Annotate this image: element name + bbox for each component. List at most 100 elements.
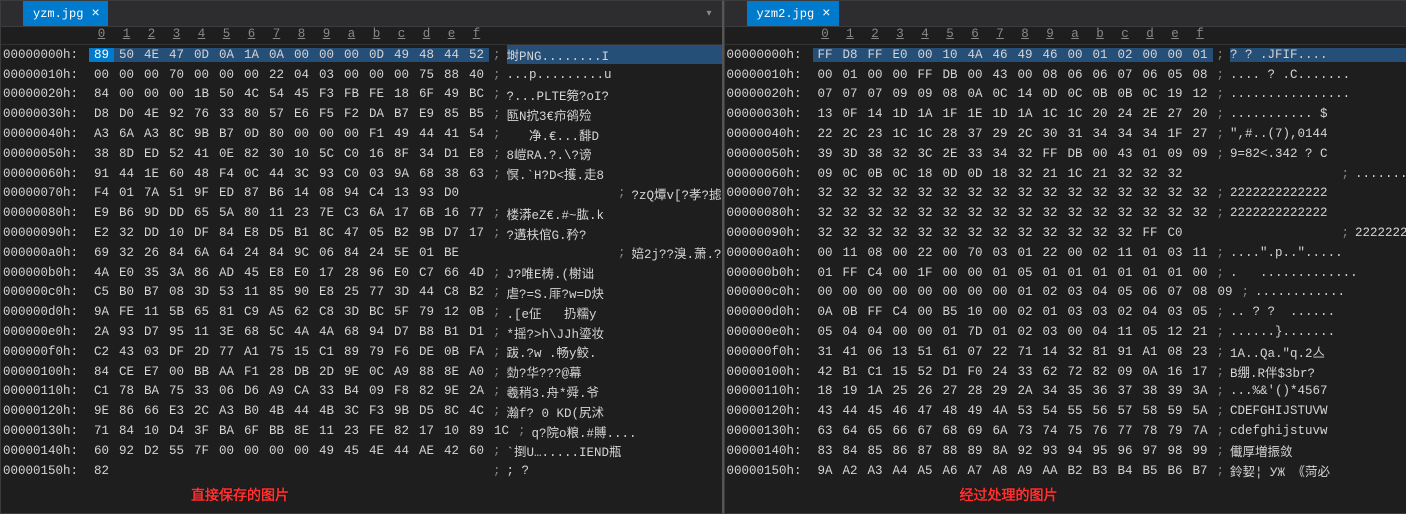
hex-byte[interactable]: 84 (264, 246, 289, 260)
hex-byte[interactable]: D4 (164, 424, 189, 438)
hex-bytes[interactable]: 32323232323232323232323232323232 (813, 206, 1213, 220)
hex-row[interactable]: 00000120h:434445464748494A53545556575859… (725, 401, 1406, 421)
hex-byte[interactable]: 9A (813, 464, 838, 478)
hex-byte[interactable]: 87 (913, 444, 938, 458)
hex-byte[interactable]: D1 (464, 325, 489, 339)
hex-byte[interactable]: 2A (464, 384, 489, 398)
tab-yzm2-jpg[interactable]: yzm2.jpg × (747, 1, 839, 26)
hex-bytes[interactable]: 89504E470D0A1A0A0000000D49484452 (89, 48, 489, 62)
hex-byte[interactable]: 7D (963, 325, 988, 339)
hex-byte[interactable]: 41 (439, 127, 464, 141)
hex-byte[interactable]: 32 (963, 206, 988, 220)
hex-byte[interactable]: 62 (1038, 365, 1063, 379)
hex-byte[interactable]: 00 (289, 444, 314, 458)
ascii-view[interactable]: 鈴㛃¦ УЖ ｟菏必 (1230, 461, 1406, 480)
hex-byte[interactable]: 78 (1138, 424, 1163, 438)
hex-byte[interactable]: 05 (813, 325, 838, 339)
hex-byte[interactable]: C8 (439, 285, 464, 299)
hex-byte[interactable]: 12 (439, 305, 464, 319)
hex-row[interactable]: 00000090h:E232DD10DF84E8D5B18C4705B29BD7… (1, 223, 722, 243)
hex-byte[interactable]: 22 (913, 246, 938, 260)
hex-bytes[interactable]: C178BA753306D6A9CA33B409F8829E2A (89, 384, 489, 398)
hex-byte[interactable]: 0E (214, 147, 239, 161)
hex-byte[interactable]: 10 (139, 424, 164, 438)
hex-bytes[interactable]: 31410613516107227114328191A10823 (813, 345, 1213, 359)
hex-byte[interactable]: 32 (913, 186, 938, 200)
hex-byte[interactable]: 32 (1013, 186, 1038, 200)
hex-byte[interactable]: 4B (314, 404, 339, 418)
hex-byte[interactable]: DF (189, 226, 214, 240)
hex-byte[interactable]: 6F (414, 87, 439, 101)
hex-byte[interactable]: 81 (1088, 345, 1113, 359)
hex-byte[interactable]: 0B (863, 167, 888, 181)
hex-byte[interactable]: 52 (164, 147, 189, 161)
hex-byte[interactable]: D8 (838, 48, 863, 62)
hex-byte[interactable]: 9E (439, 384, 464, 398)
hex-byte[interactable]: 38 (1138, 384, 1163, 398)
hex-byte[interactable]: 2A (89, 325, 114, 339)
hex-bytes[interactable]: 32323232323232323232323232323232 (813, 186, 1213, 200)
hex-byte[interactable]: 32 (1113, 226, 1138, 240)
hex-byte[interactable] (214, 464, 239, 478)
hex-byte[interactable]: A5 (913, 464, 938, 478)
hex-byte[interactable]: 01 (114, 186, 139, 200)
ascii-view[interactable]: .... ? .C....... (1230, 68, 1406, 82)
hex-byte[interactable]: 08 (863, 246, 888, 260)
hex-byte[interactable]: 99 (1188, 444, 1213, 458)
hex-byte[interactable]: 01 (1138, 266, 1163, 280)
hex-byte[interactable]: 62 (289, 305, 314, 319)
hex-byte[interactable] (564, 186, 589, 200)
hex-byte[interactable]: 49 (314, 444, 339, 458)
hex-byte[interactable]: 18 (813, 384, 838, 398)
hex-byte[interactable]: 86 (189, 266, 214, 280)
hex-byte[interactable]: 52 (913, 365, 938, 379)
hex-byte[interactable]: 32 (838, 186, 863, 200)
hex-byte[interactable] (589, 186, 614, 200)
hex-byte[interactable]: 0C (364, 365, 389, 379)
hex-byte[interactable]: 22 (813, 127, 838, 141)
hex-byte[interactable]: 34 (1088, 127, 1113, 141)
hex-byte[interactable]: 32 (1188, 206, 1213, 220)
hex-byte[interactable]: 25 (888, 384, 913, 398)
hex-byte[interactable]: 54 (1038, 404, 1063, 418)
hex-byte[interactable]: 13 (813, 107, 838, 121)
hex-byte[interactable] (1213, 167, 1238, 181)
hex-bytes[interactable]: 9AFE115B6581C9A562C83DBC5F79120B (89, 305, 489, 319)
hex-byte[interactable]: 48 (414, 48, 439, 62)
hex-byte[interactable]: 00 (863, 285, 888, 299)
hex-bytes[interactable]: 388DED52410E8230105CC0168F34D1E8 (89, 147, 489, 161)
hex-byte[interactable]: 6A (114, 127, 139, 141)
hex-byte[interactable]: 00 (913, 325, 938, 339)
hex-byte[interactable]: 00 (888, 68, 913, 82)
hex-byte[interactable]: 28 (963, 384, 988, 398)
ascii-view[interactable]: ",#..(7),0144 (1230, 127, 1406, 141)
hex-byte[interactable]: 32 (913, 206, 938, 220)
hex-byte[interactable]: 75 (414, 68, 439, 82)
hex-byte[interactable]: 00 (339, 48, 364, 62)
hex-byte[interactable]: 4C (239, 87, 264, 101)
hex-byte[interactable]: 0A (813, 305, 838, 319)
hex-bytes[interactable]: 090C0B0C180D0D1832211C21323232 (813, 167, 1338, 181)
hex-byte[interactable]: 31 (1063, 127, 1088, 141)
hex-byte[interactable]: E8 (264, 266, 289, 280)
hex-byte[interactable]: 2E (1138, 107, 1163, 121)
hex-byte[interactable]: 36 (1088, 384, 1113, 398)
hex-byte[interactable]: D0 (114, 107, 139, 121)
hex-byte[interactable] (589, 246, 614, 260)
hex-byte[interactable]: 37 (963, 127, 988, 141)
hex-byte[interactable]: BA (214, 424, 239, 438)
hex-byte[interactable]: 4A (314, 325, 339, 339)
hex-bytes[interactable]: F4017A519FED87B6140894C41393D0 (89, 186, 614, 200)
hex-byte[interactable]: 9B (389, 404, 414, 418)
hex-byte[interactable]: 07 (1163, 285, 1188, 299)
hex-byte[interactable]: 60 (89, 444, 114, 458)
hex-byte[interactable]: 43 (813, 404, 838, 418)
hex-byte[interactable]: 28 (938, 127, 963, 141)
hex-byte[interactable]: B5 (1138, 464, 1163, 478)
hex-byte[interactable]: DF (164, 345, 189, 359)
hex-byte[interactable]: 00 (1063, 48, 1088, 62)
hex-byte[interactable]: 27 (1163, 107, 1188, 121)
hex-byte[interactable]: 32 (863, 186, 888, 200)
hex-byte[interactable] (564, 246, 589, 260)
hex-byte[interactable]: 32 (1088, 226, 1113, 240)
